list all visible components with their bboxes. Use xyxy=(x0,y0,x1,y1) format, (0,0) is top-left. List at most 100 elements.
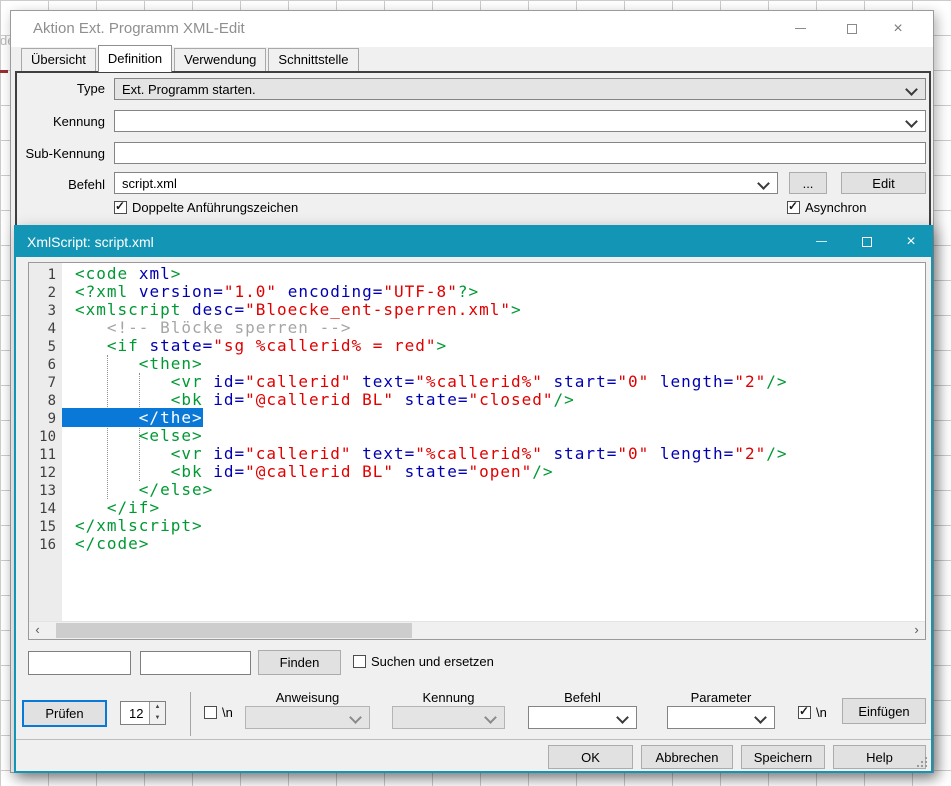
main-titlebar[interactable]: Aktion Ext. Programm XML-Edit × xyxy=(11,11,933,47)
minimize-button[interactable] xyxy=(785,18,815,40)
resize-grip[interactable] xyxy=(916,756,929,769)
code-text: </xmlscript> xyxy=(75,516,203,535)
xml-minimize-button[interactable] xyxy=(807,231,835,253)
scroll-left-icon[interactable]: ‹ xyxy=(29,622,46,639)
line-number: 11 xyxy=(29,446,62,464)
code-text: <?xml version="1.0" encoding="UTF-8"?> xyxy=(75,282,479,301)
tab-definition[interactable]: Definition xyxy=(98,45,172,72)
line-number: 7 xyxy=(29,374,62,392)
close-icon: × xyxy=(893,20,902,37)
newline-left-label: \n xyxy=(222,705,233,720)
code-line[interactable]: 9 </the> xyxy=(29,409,925,427)
line-number: 12 xyxy=(29,464,62,482)
chevron-down-icon xyxy=(757,177,770,190)
asynchron-checkbox[interactable]: Asynchron xyxy=(787,200,866,215)
befehl-dd-label: Befehl xyxy=(528,690,637,705)
code-line[interactable]: 14 </if> xyxy=(29,499,925,517)
suchen-und-ersetzen-checkbox[interactable]: Suchen und ersetzen xyxy=(353,654,494,669)
code-text: <then> xyxy=(75,354,203,373)
finden-button[interactable]: Finden xyxy=(258,650,341,675)
xml-close-button[interactable]: × xyxy=(897,231,925,253)
tab-uebersicht[interactable]: Übersicht xyxy=(21,48,96,71)
xmlscript-window: XmlScript: script.xml × 1 <code xml>2<?xm… xyxy=(14,225,933,773)
chevron-down-icon xyxy=(349,711,362,724)
code-line[interactable]: 5 <if state="sg %callerid% = red"> xyxy=(29,337,925,355)
background-artifact xyxy=(0,70,8,73)
code-line[interactable]: 6 <then> xyxy=(29,355,925,373)
befehl-dropdown[interactable]: script.xml xyxy=(114,172,778,194)
einfuegen-button[interactable]: Einfügen xyxy=(842,698,926,724)
replace-input[interactable] xyxy=(140,651,251,675)
line-number: 9 xyxy=(29,410,62,428)
scroll-right-icon[interactable]: › xyxy=(908,622,925,639)
suchen-label: Suchen und ersetzen xyxy=(371,654,494,669)
scrollbar-thumb[interactable] xyxy=(56,623,412,638)
type-label: Type xyxy=(17,81,105,96)
line-number: 1 xyxy=(29,266,62,284)
close-button[interactable]: × xyxy=(883,18,913,40)
checkbox-icon xyxy=(204,706,217,719)
code-lines: 1 <code xml>2<?xml version="1.0" encoding… xyxy=(29,265,925,553)
horizontal-scrollbar[interactable]: ‹ › xyxy=(29,621,925,639)
asynchron-label: Asynchron xyxy=(805,200,866,215)
tab-verwendung[interactable]: Verwendung xyxy=(174,48,266,71)
chevron-down-icon xyxy=(484,711,497,724)
code-line[interactable]: 12 <bk id="@callerid BL" state="open"/> xyxy=(29,463,925,481)
befehl-tool-dropdown[interactable] xyxy=(528,706,637,729)
code-line[interactable]: 13 </else> xyxy=(29,481,925,499)
parameter-dd-label: Parameter xyxy=(667,690,775,705)
checkbox-icon xyxy=(114,201,127,214)
befehl-value: script.xml xyxy=(122,176,177,191)
find-input[interactable] xyxy=(28,651,131,675)
doppelte-anfuehrungszeichen-checkbox[interactable]: Doppelte Anführungszeichen xyxy=(114,200,298,215)
maximize-icon xyxy=(862,237,872,247)
chevron-down-icon xyxy=(616,711,629,724)
code-line[interactable]: 8 <bk id="@callerid BL" state="closed"/> xyxy=(29,391,925,409)
type-dropdown[interactable]: Ext. Programm starten. xyxy=(114,78,926,100)
close-icon: × xyxy=(906,233,915,250)
code-line[interactable]: 3 <xmlscript desc="Bloecke_ent-sperren.xm… xyxy=(29,301,925,319)
speichern-button[interactable]: Speichern xyxy=(741,745,825,769)
code-line[interactable]: 7 <vr id="callerid" text="%callerid%" st… xyxy=(29,373,925,391)
sub-kennung-field[interactable] xyxy=(114,142,926,164)
kennung-tool-dropdown[interactable] xyxy=(392,706,505,729)
kennung-dropdown[interactable] xyxy=(114,110,926,132)
newline-right-checkbox[interactable]: \n xyxy=(798,705,827,720)
tab-bar: Übersicht Definition Verwendung Schnitts… xyxy=(21,49,361,71)
code-line[interactable]: 16</code> xyxy=(29,535,925,553)
checkbox-icon xyxy=(353,655,366,668)
help-button[interactable]: Help xyxy=(833,745,926,769)
code-text: </if> xyxy=(75,498,160,517)
anweisung-dropdown[interactable] xyxy=(245,706,370,729)
line-number: 3 xyxy=(29,302,62,320)
code-line[interactable]: 11 <vr id="callerid" text="%callerid%" s… xyxy=(29,445,925,463)
spinner-buttons: ▲ ▼ xyxy=(149,702,165,724)
browse-button[interactable]: ... xyxy=(789,172,827,194)
code-line[interactable]: 4 <!-- Blöcke sperren --> xyxy=(29,319,925,337)
code-line[interactable]: 2<?xml version="1.0" encoding="UTF-8"?> xyxy=(29,283,925,301)
line-number-spinner[interactable]: 12 ▲ ▼ xyxy=(120,701,166,725)
newline-left-checkbox[interactable]: \n xyxy=(204,705,233,720)
xml-maximize-button[interactable] xyxy=(853,231,881,253)
line-number: 15 xyxy=(29,518,62,536)
abbrechen-button[interactable]: Abbrechen xyxy=(641,745,733,769)
code-line[interactable]: 15 </xmlscript> xyxy=(29,517,925,535)
parameter-tool-dropdown[interactable] xyxy=(667,706,775,729)
spin-down-icon[interactable]: ▼ xyxy=(150,713,165,724)
code-text: <xmlscript desc="Bloecke_ent-sperren.xml… xyxy=(75,300,522,319)
xmlscript-titlebar[interactable]: XmlScript: script.xml × xyxy=(16,227,931,257)
code-text: <code xml> xyxy=(75,264,181,283)
code-line[interactable]: 10 <else> xyxy=(29,427,925,445)
line-number: 8 xyxy=(29,392,62,410)
main-window-title: Aktion Ext. Programm XML-Edit xyxy=(33,20,245,37)
code-line[interactable]: 1 <code xml> xyxy=(29,265,925,283)
code-text: <if state="sg %callerid% = red"> xyxy=(75,336,447,355)
edit-button[interactable]: Edit xyxy=(841,172,926,194)
tab-schnittstelle[interactable]: Schnittstelle xyxy=(268,48,358,71)
pruefen-button[interactable]: Prüfen xyxy=(22,700,107,727)
minimize-icon xyxy=(816,241,827,242)
ok-button[interactable]: OK xyxy=(548,745,633,769)
xml-code-editor[interactable]: 1 <code xml>2<?xml version="1.0" encoding… xyxy=(28,262,926,640)
checkbox-icon xyxy=(787,201,800,214)
maximize-button[interactable] xyxy=(837,18,867,40)
